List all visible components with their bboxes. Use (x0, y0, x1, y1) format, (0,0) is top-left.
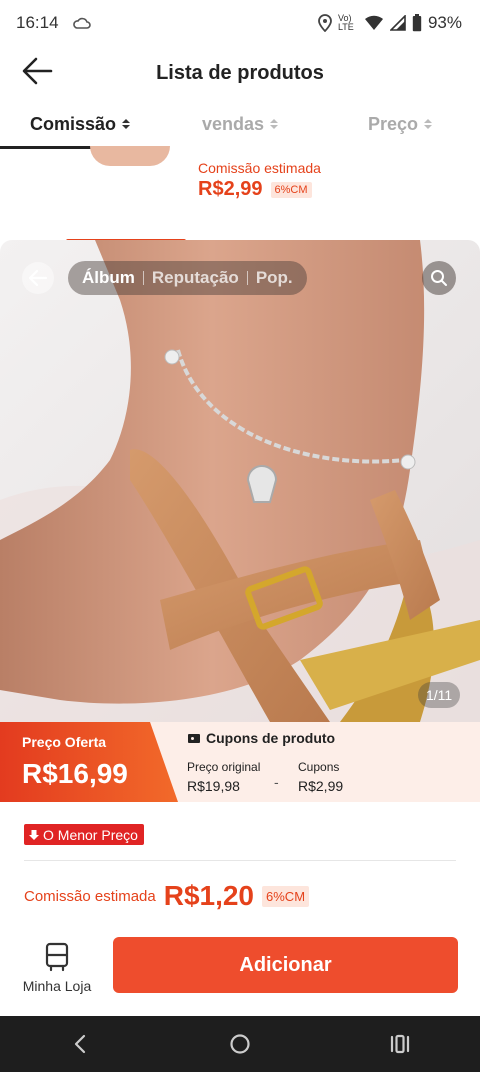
list-item-commission-badge: 6%CM (270, 181, 312, 198)
tab-sales[interactable]: vendas (160, 100, 320, 148)
tab-reputation[interactable]: Reputação (152, 268, 239, 288)
gallery-back-button[interactable] (22, 262, 54, 294)
my-store-button[interactable]: Minha Loja (18, 938, 96, 998)
product-detail-sheet: Álbum Reputação Pop. 1/11 Preço Oferta R… (0, 240, 480, 1016)
status-icons: Vo) LTE 93% (318, 13, 462, 33)
app-header: Lista de produtos (0, 46, 480, 100)
sort-arrows-icon (270, 119, 279, 129)
add-button[interactable]: Adicionar (113, 937, 458, 993)
offer-price-label: Preço Oferta (22, 734, 107, 750)
location-icon (318, 14, 332, 32)
system-nav-bar (0, 1016, 480, 1072)
lowest-price-badge: O Menor Preço (24, 824, 144, 845)
my-store-label: Minha Loja (22, 978, 92, 994)
store-icon (45, 942, 69, 972)
search-icon (431, 270, 447, 286)
coupons-header: Cupons de produto (188, 730, 335, 746)
offer-price-value: R$16,99 (22, 758, 128, 789)
estimated-commission: Comissão estimada R$1,20 6%CM (24, 880, 310, 912)
wifi-icon (364, 15, 384, 31)
minus-sign: - (274, 774, 279, 790)
battery-icon (412, 14, 422, 32)
chevron-left-icon (74, 1034, 86, 1054)
tab-label: vendas (201, 113, 265, 134)
page-title: Lista de produtos (156, 61, 324, 84)
tab-album[interactable]: Álbum (82, 268, 135, 288)
arrow-left-icon (28, 269, 48, 287)
list-item-commission: R$2,99 6%CM (198, 178, 312, 201)
coupon-ticket-icon (188, 733, 200, 743)
gallery-tabs: Álbum Reputação Pop. (68, 261, 307, 295)
battery-percent: 93% (427, 13, 462, 32)
original-price-label: Preço original (187, 760, 261, 774)
signal-icon (389, 15, 406, 31)
commission-value: R$1,20 (163, 880, 255, 911)
volte-label: Vo) LTE (337, 13, 354, 32)
product-list-screen: 16:14 Vo) LTE 93% Lista de produtos Comi… (0, 0, 480, 1072)
sort-arrows-icon (122, 119, 131, 129)
status-bar: 16:14 Vo) LTE 93% (0, 0, 480, 46)
coupon-value: R$2,99 (298, 778, 344, 794)
recent-apps-icon (390, 1034, 410, 1054)
cloud-notification-icon (72, 16, 91, 30)
list-item-thumbnail[interactable] (90, 146, 170, 166)
original-price-value: R$19,98 (187, 778, 240, 794)
tab-separator (246, 271, 248, 285)
arrow-down-icon (29, 829, 39, 840)
tab-popular[interactable]: Pop. (256, 268, 293, 288)
sort-tabs: Comissão vendas Preço (0, 100, 480, 148)
product-photo[interactable]: Álbum Reputação Pop. 1/11 (0, 240, 480, 722)
tab-label: Comissão (29, 113, 117, 134)
home-circle-icon (230, 1034, 250, 1054)
nav-back-button[interactable] (50, 1024, 110, 1064)
list-item-commission-value: R$2,99 (198, 178, 263, 200)
tab-label: Preço (367, 113, 419, 134)
arrow-left-icon (22, 57, 53, 85)
anklet-product-image (0, 240, 480, 722)
commission-label: Comissão estimada (24, 887, 156, 905)
coupon-label: Cupons (298, 760, 340, 774)
image-counter: 1/11 (418, 682, 461, 708)
divider (24, 860, 456, 861)
coupons-title: Cupons de produto (206, 730, 336, 746)
back-button[interactable] (20, 56, 56, 88)
price-banner: Preço Oferta R$16,99 Cupons de produto P… (0, 722, 480, 802)
tab-separator (142, 271, 144, 285)
nav-home-button[interactable] (210, 1024, 270, 1064)
sort-arrows-icon (424, 119, 433, 129)
lowest-price-text: O Menor Preço (43, 826, 138, 843)
list-item-commission-label: Comissão estimada (198, 160, 321, 176)
nav-recents-button[interactable] (370, 1024, 430, 1064)
search-button[interactable] (422, 261, 456, 295)
tab-commission[interactable]: Comissão (0, 100, 160, 148)
commission-rate-badge: 6%CM (262, 885, 310, 907)
tab-price[interactable]: Preço (320, 100, 480, 148)
status-time: 16:14 (16, 13, 59, 32)
